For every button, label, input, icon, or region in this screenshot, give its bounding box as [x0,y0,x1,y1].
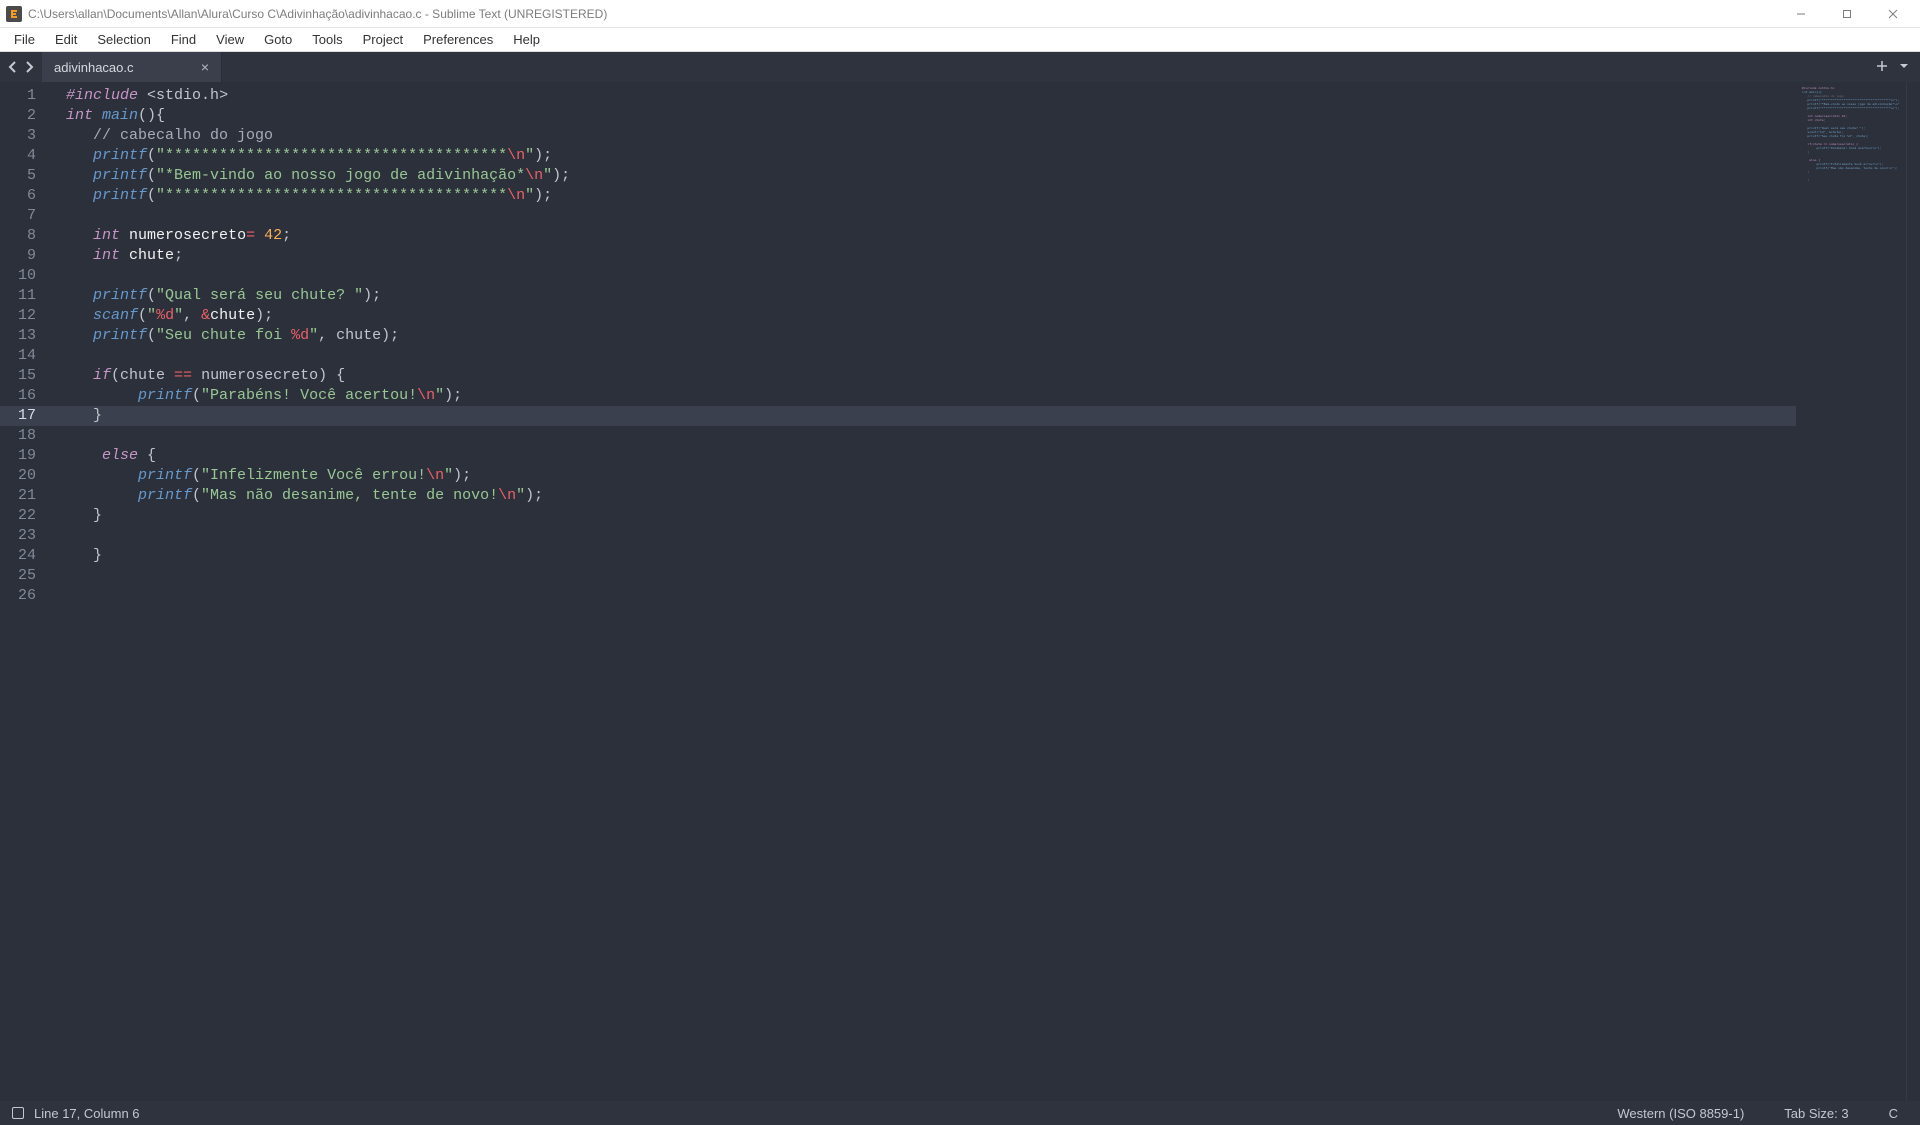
code-line [66,266,1796,286]
code-line: } [48,406,1796,426]
app-icon [6,6,22,22]
menubar: FileEditSelectionFindViewGotoToolsProjec… [0,28,1920,52]
line-number: 21 [0,486,48,506]
statusbar: Line 17, Column 6 Western (ISO 8859-1) T… [0,1101,1920,1125]
menu-goto[interactable]: Goto [254,30,302,49]
line-number: 14 [0,346,48,366]
line-number: 17 [0,406,48,426]
line-number: 4 [0,146,48,166]
code-line: // cabecalho do jogo [66,126,1796,146]
code-line: printf("********************************… [66,146,1796,166]
code-line: printf("*Bem-vindo ao nosso jogo de adiv… [66,166,1796,186]
close-button[interactable] [1870,0,1916,28]
line-number-gutter: 1234567891011121314151617181920212223242… [0,82,48,1101]
line-number: 13 [0,326,48,346]
menu-file[interactable]: File [4,30,45,49]
tab-close-icon[interactable]: × [201,59,209,75]
tabbar: adivinhacao.c × [0,52,1920,82]
line-number: 12 [0,306,48,326]
menu-preferences[interactable]: Preferences [413,30,503,49]
code-line [66,206,1796,226]
line-number: 1 [0,86,48,106]
window-controls [1778,0,1916,28]
status-encoding[interactable]: Western (ISO 8859-1) [1607,1106,1754,1121]
line-number: 10 [0,266,48,286]
line-number: 19 [0,446,48,466]
code-line: } [66,546,1796,566]
status-cursor[interactable]: Line 17, Column 6 [34,1106,140,1121]
line-number: 23 [0,526,48,546]
line-number: 20 [0,466,48,486]
code-line: printf("Infelizmente Você errou!\n"); [66,466,1796,486]
code-line: if(chute == numerosecreto) { [66,366,1796,386]
code-line: printf("Qual será seu chute? "); [66,286,1796,306]
code-line: printf("********************************… [66,186,1796,206]
code-line: int chute; [66,246,1796,266]
line-number: 26 [0,586,48,606]
new-tab-icon[interactable] [1876,60,1888,75]
line-number: 6 [0,186,48,206]
code-line: } [66,506,1796,526]
tabbar-spacer [222,52,1866,82]
code-line [66,526,1796,546]
code-line: int numerosecreto= 42; [66,226,1796,246]
line-number: 18 [0,426,48,446]
tab-label: adivinhacao.c [54,60,134,75]
line-number: 11 [0,286,48,306]
tab-nav-arrows [0,52,42,82]
code-line: int main(){ [66,106,1796,126]
window-titlebar: C:\Users\allan\Documents\Allan\Alura\Cur… [0,0,1920,28]
code-line [66,426,1796,446]
line-number: 3 [0,126,48,146]
line-number: 9 [0,246,48,266]
status-syntax[interactable]: C [1879,1106,1908,1121]
tab-adivinhacao[interactable]: adivinhacao.c × [42,52,222,82]
menu-tools[interactable]: Tools [302,30,352,49]
menu-project[interactable]: Project [353,30,413,49]
minimize-button[interactable] [1778,0,1824,28]
code-line: printf("Seu chute foi %d", chute); [66,326,1796,346]
code-line: #include <stdio.h> [66,86,1796,106]
minimap[interactable]: #include <stdio.h>int main(){ // cabecal… [1796,82,1906,1101]
code-line: scanf("%d", &chute); [66,306,1796,326]
code-editor[interactable]: #include <stdio.h>int main(){ // cabecal… [48,82,1796,1101]
vertical-scrollbar[interactable] [1906,82,1920,1101]
menu-edit[interactable]: Edit [45,30,87,49]
editor-area: 1234567891011121314151617181920212223242… [0,82,1920,1101]
line-number: 22 [0,506,48,526]
code-line: printf("Parabéns! Você acertou!\n"); [66,386,1796,406]
nav-forward-icon[interactable] [24,61,34,73]
code-line [66,586,1796,606]
tabbar-right-controls [1866,52,1920,82]
nav-back-icon[interactable] [8,61,18,73]
line-number: 16 [0,386,48,406]
line-number: 24 [0,546,48,566]
menu-help[interactable]: Help [503,30,550,49]
status-tabsize[interactable]: Tab Size: 3 [1774,1106,1858,1121]
line-number: 8 [0,226,48,246]
line-number: 15 [0,366,48,386]
menu-find[interactable]: Find [161,30,206,49]
window-title: C:\Users\allan\Documents\Allan\Alura\Cur… [28,7,1778,21]
menu-view[interactable]: View [206,30,254,49]
code-line: else { [66,446,1796,466]
line-number: 25 [0,566,48,586]
line-number: 2 [0,106,48,126]
line-number: 7 [0,206,48,226]
line-number: 5 [0,166,48,186]
maximize-button[interactable] [1824,0,1870,28]
dropdown-icon[interactable] [1898,60,1910,75]
code-line: printf("Mas não desanime, tente de novo!… [66,486,1796,506]
panel-toggle-icon[interactable] [12,1107,24,1119]
code-line [66,566,1796,586]
menu-selection[interactable]: Selection [87,30,160,49]
code-line [66,346,1796,366]
